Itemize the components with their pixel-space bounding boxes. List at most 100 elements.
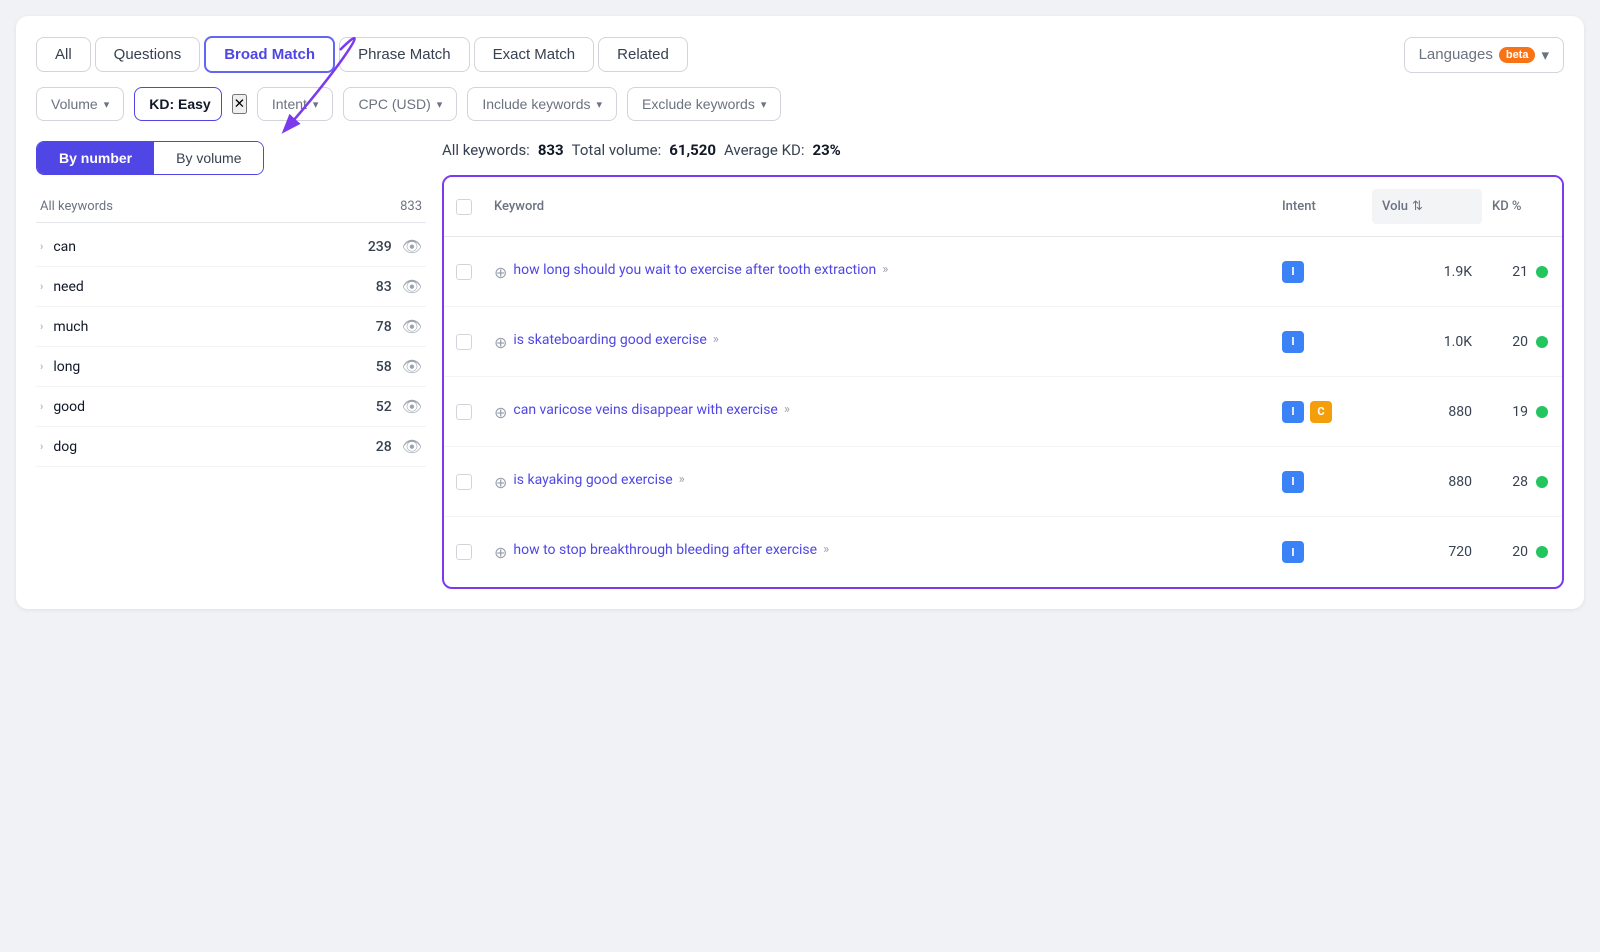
keyword-link[interactable]: ⊕ is kayaking good exercise » [494, 472, 1262, 492]
eye-icon[interactable]: 👁 [402, 317, 422, 336]
chevron-right-icon: › [40, 320, 43, 333]
intent-badge: I [1282, 471, 1304, 493]
keyword-arrows: » [823, 542, 829, 557]
left-panel: By number By volume All keywords 833 › c… [36, 141, 426, 589]
sidebar-row[interactable]: › need 83 👁 [36, 267, 426, 307]
sidebar-row[interactable]: › long 58 👁 [36, 347, 426, 387]
stats-kd-label: Average KD: [724, 141, 804, 159]
row-checkbox-cell [444, 474, 484, 490]
kd-value: 20 [1512, 544, 1528, 560]
volume-filter-label: Volume [51, 96, 98, 112]
keyword-text: how to stop breakthrough bleeding after … [513, 542, 817, 558]
tab-exact-match[interactable]: Exact Match [474, 37, 595, 72]
intent-badge: I [1282, 331, 1304, 353]
all-keywords-label: All keywords [40, 199, 113, 214]
sidebar-keyword: need [53, 279, 375, 295]
intent-badge: I [1282, 541, 1304, 563]
intent-cell: I [1272, 261, 1372, 283]
table-row: ⊕ can varicose veins disappear with exer… [444, 377, 1562, 447]
chevron-down-icon: ▾ [1541, 46, 1549, 64]
sidebar-row[interactable]: › dog 28 👁 [36, 427, 426, 467]
table-rows-container: ⊕ how long should you wait to exercise a… [444, 237, 1562, 587]
select-all-checkbox[interactable] [456, 199, 472, 215]
eye-icon[interactable]: 👁 [402, 277, 422, 296]
tab-questions[interactable]: Questions [95, 37, 201, 72]
keyword-arrows: » [679, 472, 685, 487]
row-checkbox[interactable] [456, 264, 472, 280]
beta-badge: beta [1499, 47, 1536, 63]
cpc-filter[interactable]: CPC (USD) ▾ [343, 87, 457, 121]
sidebar-row[interactable]: › can 239 👁 [36, 227, 426, 267]
sidebar-rows-container: › can 239 👁 › need 83 👁 › much 78 👁 › lo… [36, 227, 426, 467]
intent-filter[interactable]: Intent ▾ [257, 87, 334, 121]
stats-volume-label: Total volume: [572, 141, 662, 159]
sidebar-row[interactable]: › good 52 👁 [36, 387, 426, 427]
by-number-toggle[interactable]: By number [37, 142, 154, 174]
intent-badge: I [1282, 261, 1304, 283]
sidebar-keyword: good [53, 399, 375, 415]
keyword-arrows: » [784, 402, 790, 417]
table-row: ⊕ how long should you wait to exercise a… [444, 237, 1562, 307]
exclude-keywords-filter[interactable]: Exclude keywords ▾ [627, 87, 781, 121]
keyword-cell: ⊕ how long should you wait to exercise a… [484, 262, 1272, 282]
plus-circle-icon: ⊕ [494, 473, 507, 492]
row-checkbox[interactable] [456, 404, 472, 420]
filters-row: Volume ▾ KD: Easy ✕ Intent ▾ CPC (USD) ▾… [36, 87, 1564, 121]
eye-icon[interactable]: 👁 [402, 397, 422, 416]
chevron-right-icon: › [40, 440, 43, 453]
chevron-right-icon: › [40, 360, 43, 373]
eye-icon[interactable]: 👁 [402, 357, 422, 376]
eye-icon[interactable]: 👁 [402, 237, 422, 256]
keyword-link[interactable]: ⊕ is skateboarding good exercise » [494, 332, 1262, 352]
row-checkbox[interactable] [456, 334, 472, 350]
keyword-column-header: Keyword [484, 199, 1272, 214]
keyword-arrows: » [713, 332, 719, 347]
keyword-link[interactable]: ⊕ how to stop breakthrough bleeding afte… [494, 542, 1262, 562]
stats-keywords-label: All keywords: [442, 141, 530, 159]
chevron-right-icon: › [40, 400, 43, 413]
volume-column-header[interactable]: Volu ⇅ [1372, 189, 1482, 224]
intent-cell: IC [1272, 401, 1372, 423]
exclude-keywords-label: Exclude keywords [642, 96, 755, 112]
keyword-cell: ⊕ is skateboarding good exercise » [484, 332, 1272, 352]
sidebar-row[interactable]: › much 78 👁 [36, 307, 426, 347]
eye-icon[interactable]: 👁 [402, 437, 422, 456]
kd-filter-active[interactable]: KD: Easy [134, 87, 221, 121]
row-checkbox-cell [444, 264, 484, 280]
keyword-arrows: » [882, 262, 888, 277]
by-volume-toggle[interactable]: By volume [154, 142, 263, 174]
kd-cell: 28 [1482, 474, 1562, 490]
all-keywords-count: 833 [400, 199, 422, 214]
chevron-down-icon: ▾ [104, 98, 110, 111]
sidebar-count: 28 [376, 439, 392, 455]
row-checkbox[interactable] [456, 544, 472, 560]
volume-header-label: Volu [1382, 199, 1408, 214]
languages-button[interactable]: Languages beta ▾ [1404, 37, 1564, 73]
intent-cell: I [1272, 331, 1372, 353]
kd-dot-green [1536, 406, 1548, 418]
include-keywords-filter[interactable]: Include keywords ▾ [467, 87, 617, 121]
sort-icon: ⇅ [1412, 199, 1423, 214]
kd-value: 28 [1512, 474, 1528, 490]
keyword-link[interactable]: ⊕ how long should you wait to exercise a… [494, 262, 1262, 282]
volume-filter[interactable]: Volume ▾ [36, 87, 124, 121]
intent-badge: C [1310, 401, 1332, 423]
table-row: ⊕ is skateboarding good exercise » I 1.0… [444, 307, 1562, 377]
tab-phrase-match[interactable]: Phrase Match [339, 37, 470, 72]
volume-cell: 880 [1372, 404, 1482, 420]
keyword-link[interactable]: ⊕ can varicose veins disappear with exer… [494, 402, 1262, 422]
sidebar-keyword: dog [53, 439, 375, 455]
kd-dot-green [1536, 546, 1548, 558]
plus-circle-icon: ⊕ [494, 543, 507, 562]
tab-broad-match[interactable]: Broad Match [204, 36, 335, 73]
kd-filter-close[interactable]: ✕ [232, 94, 247, 114]
stats-volume-count: 61,520 [669, 141, 716, 159]
intent-column-header: Intent [1272, 199, 1372, 214]
tab-related[interactable]: Related [598, 37, 688, 72]
row-checkbox-cell [444, 334, 484, 350]
row-checkbox[interactable] [456, 474, 472, 490]
kd-dot-green [1536, 266, 1548, 278]
tab-all[interactable]: All [36, 37, 91, 72]
kd-dot-green [1536, 476, 1548, 488]
stats-kd-value: 23% [812, 141, 840, 159]
